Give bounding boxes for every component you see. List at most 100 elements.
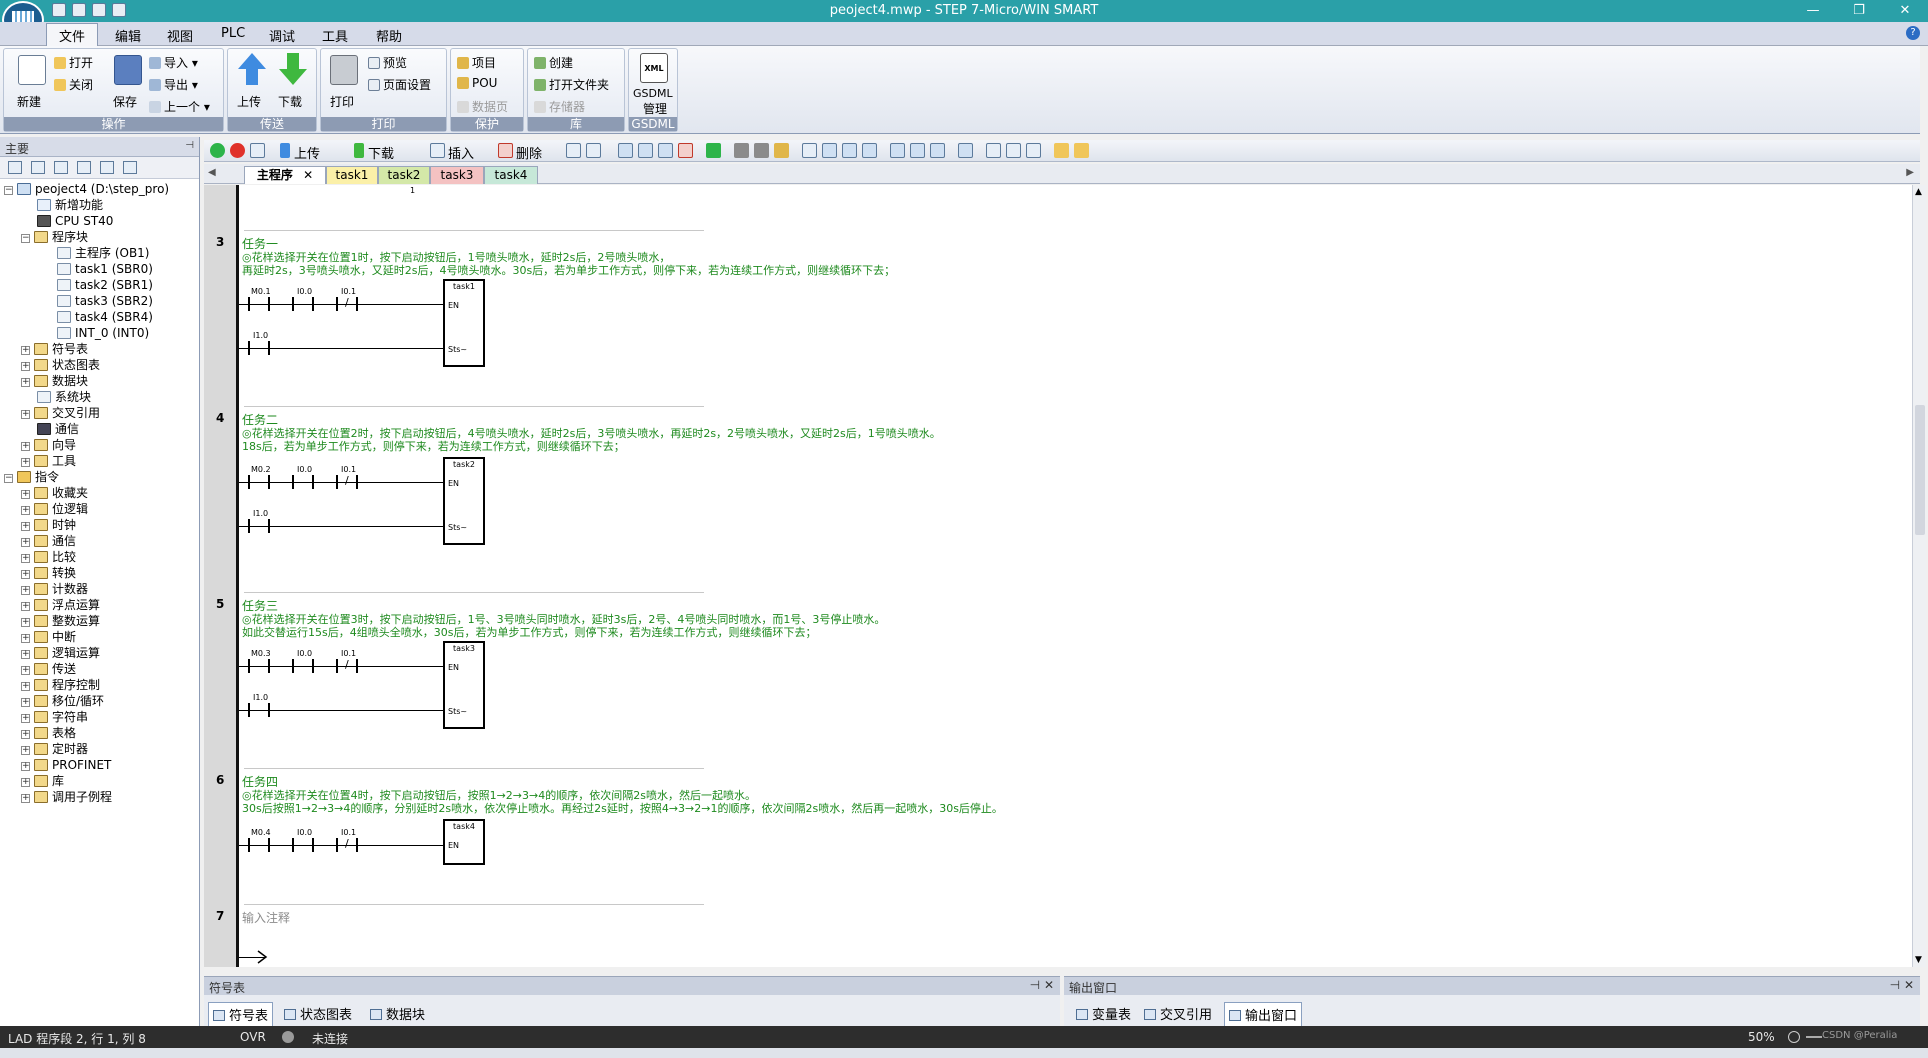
tab-task2[interactable]: task2 xyxy=(378,166,430,184)
line-down-icon[interactable] xyxy=(822,143,837,158)
create-library-button[interactable]: 创建 xyxy=(534,54,573,71)
new-button[interactable]: 新建 xyxy=(12,55,52,115)
no-contact[interactable] xyxy=(248,297,270,311)
ladder-rung[interactable]: 6 任务四 ◎花样选择开关在位置4时，按下启动按钮后，按照1→2→3→4的顺序，… xyxy=(204,769,1894,905)
ladder-rung[interactable]: 3 任务一 ◎花样选择开关在位置1时，按下启动按钮后，1号喷头喷水，延时2s后，… xyxy=(204,231,1894,407)
run-icon[interactable] xyxy=(210,143,225,158)
tab-status-chart[interactable]: 状态图表 xyxy=(280,1002,356,1025)
symbol-table-icon[interactable] xyxy=(986,143,1001,158)
properties-icon[interactable] xyxy=(1054,143,1069,158)
tree-instruction-item[interactable]: + 传送 xyxy=(21,661,76,677)
nc-contact[interactable] xyxy=(336,296,358,311)
tree-new-features[interactable]: 新增功能 xyxy=(37,197,103,213)
tree-project-item[interactable]: + 工具 xyxy=(21,453,76,469)
tree-project-item[interactable]: + 状态图表 xyxy=(21,357,100,373)
tab-data-block[interactable]: 数据块 xyxy=(366,1002,429,1025)
tree-tool-icon[interactable] xyxy=(123,161,137,174)
tree-project-item[interactable]: 系统块 xyxy=(37,389,91,405)
edit-icon[interactable] xyxy=(1006,143,1021,158)
minimize-icon[interactable]: — xyxy=(1790,0,1836,22)
save-button[interactable]: 保存 xyxy=(110,55,146,115)
preview-button[interactable]: 预览 xyxy=(368,54,407,71)
restore-icon[interactable]: ❐ xyxy=(1836,0,1882,22)
tree-tool-icon[interactable] xyxy=(31,161,45,174)
lock-icon[interactable] xyxy=(734,143,749,158)
box-icon[interactable] xyxy=(930,143,945,158)
pou-icon[interactable] xyxy=(1074,143,1089,158)
print-button[interactable]: 打印 xyxy=(326,55,362,115)
function-block[interactable]: task2 EN Sts~ xyxy=(443,457,485,545)
bookmark-icon[interactable] xyxy=(566,143,581,158)
tab-cross-reference[interactable]: 交叉引用 xyxy=(1140,1002,1216,1025)
tree-instruction-item[interactable]: + 中断 xyxy=(21,629,76,645)
scroll-down-icon[interactable]: ▼ xyxy=(1915,955,1922,965)
close-pane-icon[interactable]: ⊣ ✕ xyxy=(1890,978,1914,992)
rung-comment[interactable]: 30s后按照1→2→3→4的顺序，分别延时2s喷水，依次停止喷水。再经过2s延时… xyxy=(242,800,1003,816)
tree-instruction-item[interactable]: + 转换 xyxy=(21,565,76,581)
tree-instruction-item[interactable]: + 表格 xyxy=(21,725,76,741)
protect-project-button[interactable]: 项目 xyxy=(457,54,496,71)
tree-instruction-item[interactable]: + 时钟 xyxy=(21,517,76,533)
network-icon[interactable] xyxy=(638,143,653,158)
ladder-rung[interactable]: 7 输入注释 xyxy=(204,905,1894,967)
rung-comment[interactable]: 再延时2s，3号喷头喷水，又延时2s后，4号喷头喷水。30s后，若为单步工作方式… xyxy=(242,262,895,278)
no-contact[interactable] xyxy=(248,341,270,355)
tree-instruction-item[interactable]: + PROFINET xyxy=(21,757,111,773)
lock-icon[interactable] xyxy=(754,143,769,158)
no-contact[interactable] xyxy=(248,838,270,852)
edit-icon[interactable] xyxy=(1026,143,1041,158)
tree-instruction-item[interactable]: + 逻辑运算 xyxy=(21,645,100,661)
tree-instruction-item[interactable]: + 通信 xyxy=(21,533,76,549)
bookmark-icon[interactable] xyxy=(586,143,601,158)
no-contact[interactable] xyxy=(292,475,314,489)
network-icon[interactable] xyxy=(658,143,673,158)
menu-help[interactable]: 帮助 xyxy=(376,26,402,45)
tree-program-block[interactable]: − 程序块 xyxy=(21,229,88,245)
export-button[interactable]: 导出 ▾ xyxy=(149,76,198,93)
tree-project-item[interactable]: + 向导 xyxy=(21,437,76,453)
delete-icon[interactable] xyxy=(498,143,513,158)
tree-instruction-item[interactable]: + 移位/循环 xyxy=(21,693,104,709)
tree-instruction-item[interactable]: + 定时器 xyxy=(21,741,88,757)
compile-icon[interactable] xyxy=(250,143,265,158)
tree-program-item[interactable]: task4 (SBR4) xyxy=(57,309,153,325)
line-up-icon[interactable] xyxy=(842,143,857,158)
function-block[interactable]: task1 EN Sts~ xyxy=(443,279,485,367)
no-contact[interactable] xyxy=(292,659,314,673)
tree-program-item[interactable]: task2 (SBR1) xyxy=(57,277,153,293)
toolbar-download[interactable]: 下载 xyxy=(368,143,394,162)
tree-instruction-item[interactable]: + 位逻辑 xyxy=(21,501,88,517)
coil-icon[interactable] xyxy=(910,143,925,158)
download-button[interactable]: 下载 xyxy=(275,53,311,115)
tree-instruction-item[interactable]: + 程序控制 xyxy=(21,677,100,693)
previous-button[interactable]: 上一个 ▾ xyxy=(149,98,210,115)
close-tab-icon[interactable]: ✕ xyxy=(303,168,313,182)
no-contact[interactable] xyxy=(248,703,270,717)
open-library-folder-button[interactable]: 打开文件夹 xyxy=(534,76,609,93)
toolbar-upload[interactable]: 上传 xyxy=(294,143,320,162)
open-button[interactable]: 打开 xyxy=(54,54,93,71)
tab-main[interactable]: 主程序 ✕ xyxy=(244,166,326,184)
comment-icon[interactable] xyxy=(958,143,973,158)
close-icon[interactable]: ✕ xyxy=(1882,0,1928,22)
nc-contact[interactable] xyxy=(336,474,358,489)
tree-instruction-item[interactable]: + 比较 xyxy=(21,549,76,565)
menu-debug[interactable]: 调试 xyxy=(269,26,295,45)
tree-tool-icon[interactable] xyxy=(100,161,114,174)
menu-view[interactable]: 视图 xyxy=(167,26,193,45)
function-block[interactable]: task3 EN Sts~ xyxy=(443,641,485,729)
close-pane-icon[interactable]: ⊣ ✕ xyxy=(1030,978,1054,992)
protect-data-page-button[interactable]: 数据页 xyxy=(457,98,508,115)
menu-edit[interactable]: 编辑 xyxy=(115,26,141,45)
nc-contact[interactable] xyxy=(336,837,358,852)
pin-icon[interactable]: ⊣ xyxy=(185,140,194,151)
stop-icon[interactable] xyxy=(230,143,245,158)
toolbar-insert[interactable]: 插入 xyxy=(448,143,474,162)
upload-icon[interactable] xyxy=(280,143,290,158)
upload-button[interactable]: 上传 xyxy=(234,53,270,115)
tree-instruction-item[interactable]: + 库 xyxy=(21,773,64,789)
close-button[interactable]: 关闭 xyxy=(54,76,93,93)
help-icon[interactable]: ? xyxy=(1906,26,1920,40)
no-contact[interactable] xyxy=(292,297,314,311)
tree-project[interactable]: − peoject4 (D:\step_pro) xyxy=(4,181,169,197)
